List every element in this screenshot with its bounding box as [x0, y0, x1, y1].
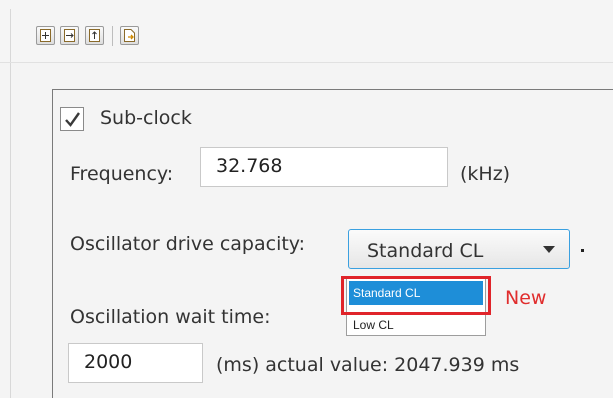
- split-horizontal-icon: [40, 29, 51, 42]
- edge-mark: [581, 249, 584, 252]
- new-annotation: New: [505, 287, 547, 309]
- wait-time-input[interactable]: 2000: [68, 343, 203, 383]
- split-column-icon: [89, 29, 100, 42]
- document-export-icon: [124, 29, 135, 42]
- frequency-input[interactable]: 32.768: [200, 147, 448, 187]
- drive-capacity-value: Standard CL: [367, 240, 484, 262]
- frequency-label: Frequency:: [70, 163, 174, 185]
- panel-left-edge: [10, 9, 11, 398]
- drive-capacity-select[interactable]: Standard CL: [348, 229, 570, 269]
- frequency-unit: (kHz): [460, 163, 511, 185]
- export-button[interactable]: [120, 26, 139, 45]
- split-horizontal-button[interactable]: [36, 26, 55, 45]
- split-vertical-icon: [64, 29, 75, 42]
- toolbar-divider: [0, 62, 613, 63]
- subclock-checkbox[interactable]: [60, 107, 84, 131]
- wait-time-label: Oscillation wait time:: [70, 306, 271, 328]
- subclock-label: Sub-clock: [100, 107, 192, 129]
- highlight-box: [341, 276, 491, 315]
- split-vertical-button[interactable]: [60, 26, 79, 45]
- split-column-button[interactable]: [85, 26, 104, 45]
- chevron-down-icon: [543, 246, 555, 253]
- toolbar-separator: [112, 26, 113, 46]
- checkmark-icon: [65, 112, 80, 127]
- drive-capacity-label: Oscillator drive capacity:: [70, 233, 306, 255]
- dropdown-option-low-cl[interactable]: Low CL: [349, 313, 483, 337]
- wait-time-actual: (ms) actual value: 2047.939 ms: [216, 354, 520, 376]
